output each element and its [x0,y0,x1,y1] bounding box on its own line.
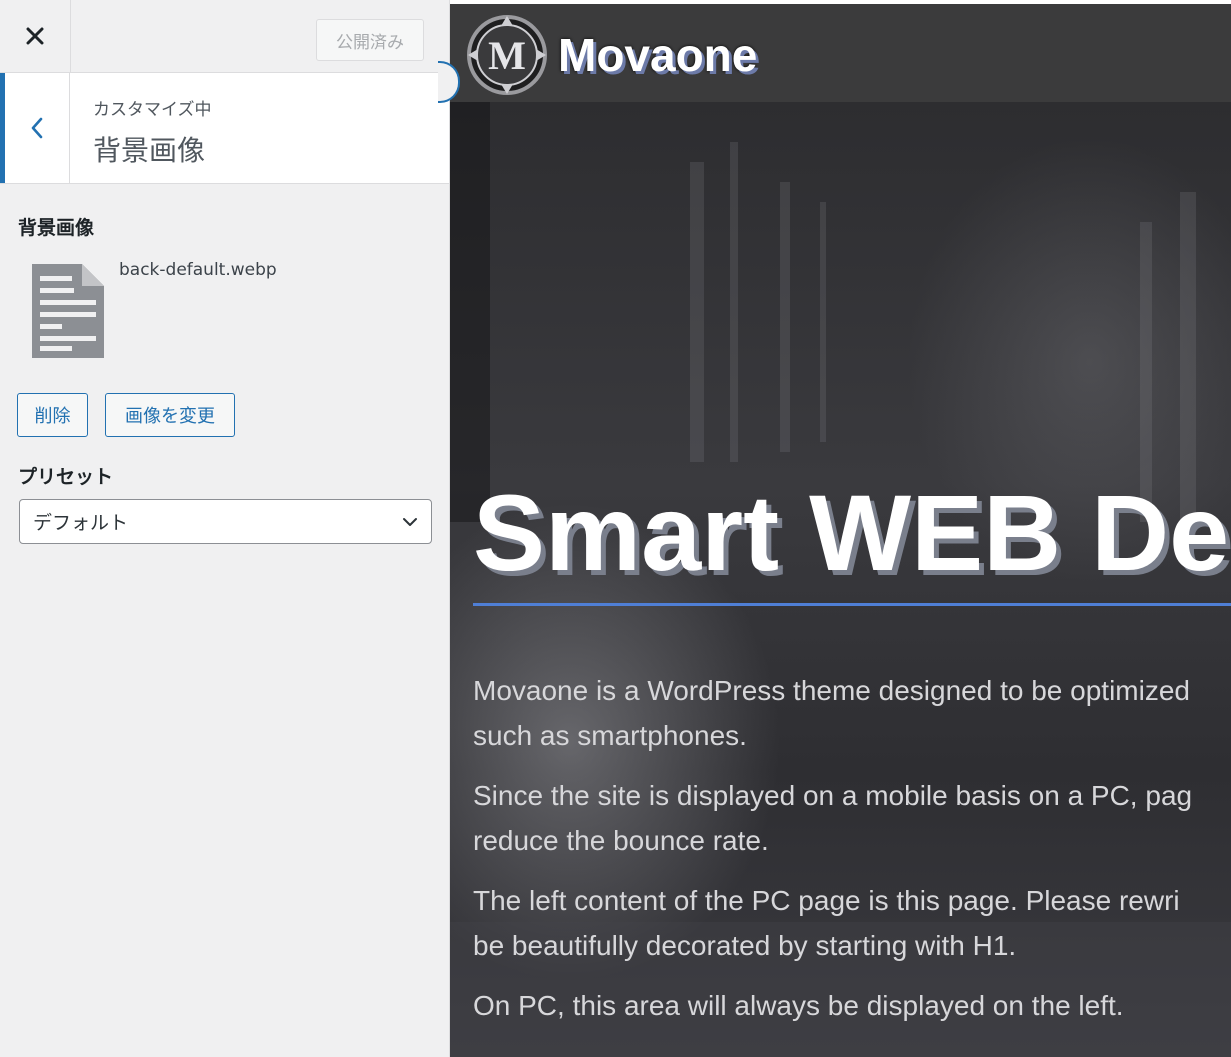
site-preview: M Movaone Smart WEB De Movaone is a Word… [450,0,1231,1057]
paragraph-line: Movaone is a WordPress theme designed to… [473,675,1190,706]
paragraph-line: The left content of the PC page is this … [473,885,1180,916]
site-title[interactable]: Movaone [558,28,757,82]
logo-letter: M [488,33,526,78]
logo-icon[interactable]: M [466,14,548,96]
chevron-down-icon [403,518,417,526]
section-title: 背景画像 [93,134,206,167]
site-header: M Movaone [450,4,1231,102]
customizer-panel: 公開済み カスタマイズ中 背景画像 背景画像 back-default.webp… [0,0,450,1057]
paragraph-line: be beautifully decorated by starting wit… [473,930,1017,961]
hero-heading: Smart WEB De [473,472,1230,593]
paragraph-line: reduce the bounce rate. [473,825,769,856]
section-header: カスタマイズ中 背景画像 [0,73,449,184]
preset-select[interactable]: デフォルト [19,499,432,544]
paragraph-line: Since the site is displayed on a mobile … [473,780,1193,811]
published-button[interactable]: 公開済み [316,19,424,61]
change-image-button[interactable]: 画像を変更 [105,393,235,437]
background-image-label: 背景画像 [18,217,95,239]
close-icon [26,27,44,45]
customizer-topbar: 公開済み [0,0,449,73]
close-button[interactable] [0,0,71,72]
preset-label: プリセット [18,466,114,488]
paragraph-line: On PC, this area will always be displaye… [473,990,1124,1021]
image-filename: back-default.webp [119,260,277,280]
paragraph-line: such as smartphones. [473,720,747,751]
heading-underline [473,603,1231,606]
preset-selected-value: デフォルト [33,512,129,534]
back-button[interactable] [0,73,70,183]
breadcrumb: カスタマイズ中 [93,100,212,120]
remove-button[interactable]: 削除 [17,393,88,437]
chevron-left-icon [31,117,43,139]
document-icon [30,262,106,364]
